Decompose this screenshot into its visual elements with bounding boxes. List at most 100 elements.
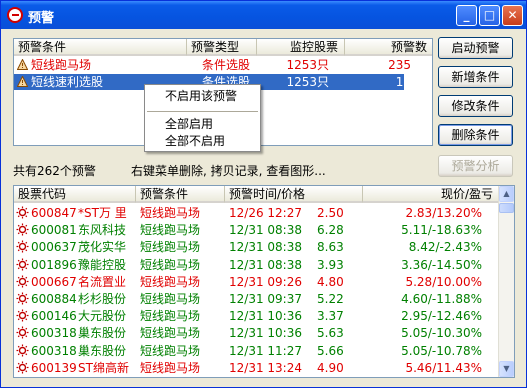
alert-time: 12/31 10:36 — [229, 326, 302, 341]
current-perf: 3.36/-14.50% — [401, 257, 482, 272]
alert-price: 2.50 — [317, 206, 344, 220]
alert-price: 3.93 — [317, 257, 344, 272]
stock-code: 600847 — [31, 206, 77, 220]
record-row[interactable]: 001896 豫能控股 短线跑马场 12/31 08:38 3.93 3.36/-14.5… — [14, 257, 500, 273]
current-perf: 8.42/-2.43% — [408, 240, 482, 255]
stock-name: 巢东股份 — [78, 326, 127, 341]
col-header-alert-condition[interactable]: 预警条件 — [136, 186, 225, 203]
vertical-scrollbar[interactable]: ▲ ▼ — [498, 186, 514, 377]
records-body: 600847 *ST万 里短线跑马场 12/26 12:27 2.50 2.83/13.… — [14, 205, 500, 377]
stock-code: 600139 — [31, 360, 77, 375]
alert-condition: 短线跑马场 — [140, 223, 201, 238]
current-perf: 5.11/-18.63% — [401, 223, 482, 238]
stock-name: 东风科技 — [78, 223, 127, 238]
delete-condition-button[interactable]: 删除条件 — [438, 124, 513, 146]
scroll-thumb[interactable] — [499, 203, 514, 213]
close-button[interactable]: ✕ — [502, 5, 523, 26]
modify-condition-button[interactable]: 修改条件 — [438, 95, 513, 117]
alert-sun-icon — [16, 361, 29, 374]
current-perf: 4.60/-11.88% — [401, 292, 482, 306]
col-header-stocks[interactable]: 监控股票 — [257, 39, 345, 56]
alert-price: 5.22 — [317, 292, 344, 306]
stock-code: 600146 — [31, 309, 77, 324]
condition-stocks: 1253只 — [286, 75, 329, 89]
record-row[interactable]: 000637 茂化实华 短线跑马场 12/31 08:38 8.63 8.42/-2.43… — [14, 239, 500, 255]
alert-sun-icon — [16, 240, 29, 253]
scroll-down-button[interactable]: ▼ — [499, 361, 514, 377]
alert-time: 12/31 08:38 — [229, 257, 302, 272]
alert-price: 8.63 — [317, 240, 344, 255]
title-bar[interactable]: 预警 _ □ ✕ — [1, 1, 526, 29]
col-header-condition[interactable]: 预警条件 — [14, 39, 187, 56]
alert-condition: 短线跑马场 — [140, 274, 201, 289]
record-row[interactable]: 600318 巢东股份 短线跑马场 12/31 10:36 5.63 5.05/-10.3… — [14, 325, 500, 341]
stock-name: 茂化实华 — [78, 240, 127, 255]
window-title: 预警 — [28, 11, 55, 26]
hint-text: 右键菜单删除, 拷贝记录, 查看图形... — [131, 164, 326, 178]
add-condition-button[interactable]: 新增条件 — [438, 66, 513, 88]
alert-time: 12/31 08:38 — [229, 223, 302, 238]
stock-code: 600318 — [31, 326, 77, 341]
menu-item-enable-all[interactable]: 全部启用 — [165, 116, 213, 132]
stock-name: 大元股份 — [78, 309, 127, 324]
menu-item-disable-all[interactable]: 全部不启用 — [165, 133, 225, 149]
col-header-code[interactable]: 股票代码 — [14, 186, 136, 203]
alert-window: 预警 _ □ ✕ 预警条件 预警类型 监控股票 预警数 短线跑马场 条件选股 1… — [0, 0, 527, 388]
col-header-time-price[interactable]: 预警时间/价格 — [225, 186, 363, 203]
col-header-perf[interactable]: 现价/盈亏 — [363, 186, 500, 203]
stock-name: ST绵高新 — [78, 360, 129, 375]
current-perf: 2.95/-12.46% — [401, 309, 482, 324]
stock-code: 001896 — [31, 257, 77, 272]
scroll-up-button[interactable]: ▲ — [499, 186, 514, 202]
alert-sun-icon — [16, 223, 29, 236]
alert-condition: 短线跑马场 — [140, 360, 201, 375]
alert-condition: 短线跑马场 — [140, 326, 201, 341]
stock-name: *ST万 里 — [78, 206, 127, 220]
condition-row[interactable]: 短线跑马场 条件选股 1253只 235 — [14, 57, 432, 73]
stock-name: 名流置业 — [78, 274, 127, 289]
record-row[interactable]: 000667 名流置业 短线跑马场 12/31 09:26 4.80 5.28/10.00… — [14, 274, 500, 290]
alert-sun-icon — [16, 309, 29, 322]
alert-condition: 短线跑马场 — [140, 292, 201, 306]
current-perf: 5.05/-10.30% — [401, 326, 482, 341]
alert-analysis-button[interactable]: 预警分析 — [438, 155, 513, 177]
col-header-count[interactable]: 预警数 — [345, 39, 432, 56]
alert-price: 5.66 — [317, 343, 344, 358]
alert-time: 12/31 10:36 — [229, 309, 302, 324]
stock-code: 000637 — [31, 240, 77, 255]
record-row[interactable]: 600139 ST绵高新 短线跑马场 12/31 13:24 4.90 5.46/11.4… — [14, 360, 500, 376]
condition-stocks: 1253只 — [286, 58, 329, 72]
current-perf: 5.05/-10.78% — [401, 343, 482, 358]
alert-sun-icon — [16, 344, 29, 357]
stock-code: 600081 — [31, 223, 77, 238]
minimize-button[interactable]: _ — [456, 5, 477, 26]
alert-sun-icon — [16, 258, 29, 271]
alert-sun-icon — [16, 292, 29, 305]
alert-time: 12/31 09:26 — [229, 274, 302, 289]
alert-price: 5.63 — [317, 326, 344, 341]
maximize-button[interactable]: □ — [479, 5, 500, 26]
stock-name: 巢东股份 — [78, 343, 127, 358]
start-alert-button[interactable]: 启动预警 — [438, 37, 513, 59]
record-row[interactable]: 600146 大元股份 短线跑马场 12/31 10:36 3.37 2.95/-12.4… — [14, 308, 500, 324]
record-row[interactable]: 600847 *ST万 里短线跑马场 12/26 12:27 2.50 2.83/13.… — [14, 205, 500, 221]
alert-price: 4.80 — [317, 274, 344, 289]
current-perf: 5.46/11.43% — [405, 360, 482, 375]
condition-type: 条件选股 — [202, 58, 251, 72]
alert-records-list[interactable]: 股票代码 预警条件 预警时间/价格 现价/盈亏 600847 *ST万 里短线跑马… — [13, 185, 515, 378]
alert-time: 12/26 12:27 — [229, 206, 302, 220]
record-row[interactable]: 600318 巢东股份 短线跑马场 12/31 11:27 5.66 5.05/-10.7… — [14, 343, 500, 359]
alert-price: 6.28 — [317, 223, 344, 238]
stock-code: 600884 — [31, 292, 77, 306]
menu-item-disable-this[interactable]: 不启用该预警 — [165, 88, 237, 104]
context-menu: 不启用该预警 全部启用 全部不启用 — [144, 84, 261, 152]
stock-name: 豫能控股 — [78, 257, 127, 272]
stock-name: 杉杉股份 — [78, 292, 127, 306]
current-perf: 5.28/10.00% — [405, 274, 482, 289]
alert-sun-icon — [16, 206, 29, 219]
record-row[interactable]: 600884 杉杉股份 短线跑马场 12/31 09:37 5.22 4.60/-11.8… — [14, 291, 500, 307]
record-row[interactable]: 600081 东风科技 短线跑马场 12/31 08:38 6.28 5.11/-18.6… — [14, 222, 500, 238]
col-header-type[interactable]: 预警类型 — [187, 39, 257, 56]
alert-condition: 短线跑马场 — [140, 343, 201, 358]
warning-icon — [17, 59, 28, 70]
